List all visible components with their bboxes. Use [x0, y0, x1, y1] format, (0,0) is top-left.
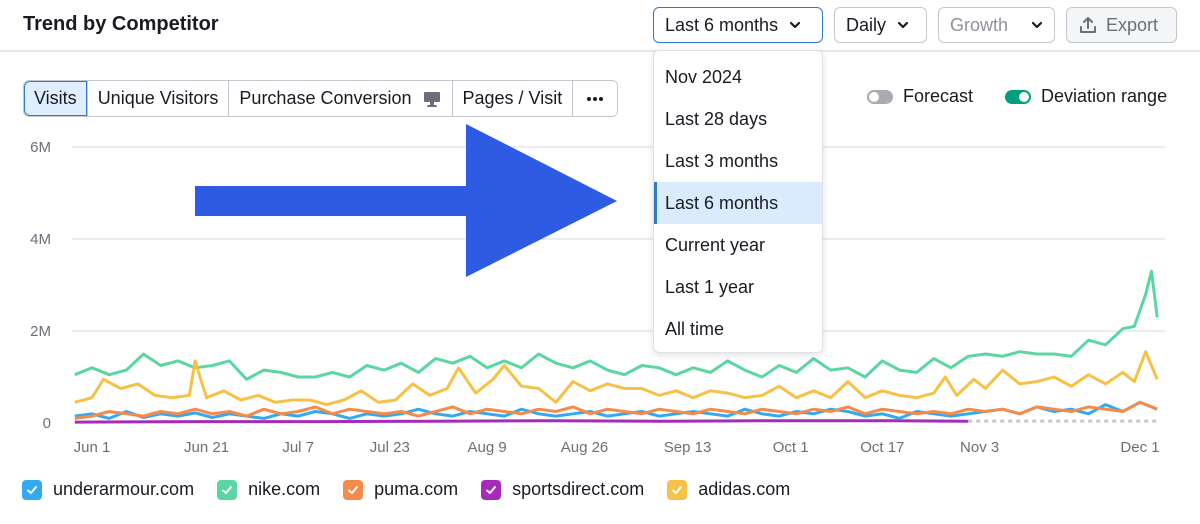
legend-label: sportsdirect.com [512, 479, 645, 499]
legend-label: nike.com [248, 479, 321, 499]
check-icon [486, 485, 497, 494]
check-icon [348, 485, 359, 494]
x-tick-label: Dec 1 [1120, 439, 1159, 456]
x-tick-label: Oct 17 [860, 439, 904, 456]
dropdown-option[interactable]: Last 6 months [654, 182, 822, 224]
y-tick-label: 6M [30, 139, 51, 156]
growth-value: Growth [950, 14, 1009, 35]
dropdown-option[interactable]: All time [654, 308, 822, 350]
series-line-sportsdirect[interactable] [74, 419, 969, 424]
chevron-down-icon [897, 21, 909, 29]
tab-label: Purchase Conversion [239, 88, 412, 108]
chart-legend: underarmour.com nike.com puma.com sportsdir… [22, 479, 813, 500]
y-tick-label: 0 [43, 415, 51, 432]
check-icon [672, 485, 683, 494]
tab-label: Unique Visitors [97, 88, 219, 108]
dropdown-option[interactable]: Current year [654, 224, 822, 266]
deviation-range-label: Deviation range [1041, 86, 1168, 106]
x-tick-label: Oct 1 [773, 439, 809, 456]
more-tabs-button[interactable] [572, 81, 618, 116]
tab-visits[interactable]: Visits [24, 81, 87, 116]
date-range-value: Last 6 months [665, 14, 779, 35]
upload-icon [1080, 17, 1096, 33]
tab-purchase-conversion[interactable]: Purchase Conversion [228, 81, 452, 116]
header: Trend by Competitor Last 6 months Daily … [0, 0, 1200, 52]
x-tick-label: Jun 21 [184, 439, 229, 456]
granularity-select[interactable]: Daily [834, 7, 927, 43]
dropdown-option[interactable]: Last 3 months [654, 140, 822, 182]
granularity-value: Daily [846, 14, 887, 35]
series-line-nike[interactable] [74, 269, 1159, 381]
series-line-adidas[interactable] [74, 350, 1159, 407]
y-tick-label: 2M [30, 323, 51, 340]
legend-label: adidas.com [698, 479, 791, 499]
legend-item[interactable]: underarmour.com [22, 479, 194, 500]
tab-unique-visitors[interactable]: Unique Visitors [86, 81, 229, 116]
deviation-range-toggle[interactable] [1005, 89, 1031, 104]
y-tick-label: 4M [30, 231, 51, 248]
growth-select[interactable]: Growth [938, 7, 1055, 43]
x-tick-label: Jun 1 [74, 439, 111, 456]
x-tick-label: Jul 7 [282, 439, 314, 456]
legend-item[interactable]: adidas.com [667, 479, 790, 500]
legend-checkbox[interactable] [667, 479, 688, 500]
chevron-down-icon [1031, 21, 1043, 29]
dropdown-option[interactable]: Last 28 days [654, 98, 822, 140]
legend-checkbox[interactable] [343, 479, 364, 500]
x-tick-label: Aug 9 [468, 439, 507, 456]
forecast-label: Forecast [903, 86, 974, 106]
x-tick-label: Aug 26 [561, 439, 609, 456]
date-range-select[interactable]: Last 6 months [653, 7, 823, 43]
x-tick-label: Jul 23 [370, 439, 410, 456]
legend-item[interactable]: puma.com [343, 479, 458, 500]
forecast-toggle-group: Forecast [867, 86, 973, 107]
desktop-icon [423, 91, 440, 107]
legend-checkbox[interactable] [22, 479, 42, 500]
tab-label: Pages / Visit [462, 88, 563, 108]
export-label: Export [1106, 14, 1159, 35]
legend-label: puma.com [374, 479, 459, 499]
x-tick-label: Sep 13 [664, 439, 712, 456]
legend-item[interactable]: sportsdirect.com [481, 479, 644, 500]
tab-pages-per-visit[interactable]: Pages / Visit [451, 81, 573, 116]
check-icon [222, 485, 233, 494]
annotation-arrow-icon [195, 124, 617, 277]
export-button[interactable]: Export [1066, 7, 1177, 43]
dropdown-option[interactable]: Nov 2024 [654, 56, 822, 98]
page-title: Trend by Competitor [23, 13, 219, 35]
legend-item[interactable]: nike.com [217, 479, 320, 500]
chevron-down-icon [789, 21, 801, 29]
legend-label: underarmour.com [53, 479, 195, 499]
dropdown-option[interactable]: Last 1 year [654, 266, 822, 308]
tab-label: Visits [34, 88, 77, 108]
check-icon [27, 485, 37, 494]
forecast-toggle[interactable] [867, 89, 893, 104]
legend-checkbox[interactable] [217, 479, 238, 500]
metric-tabs: Visits Unique Visitors Purchase Conversi… [23, 80, 619, 117]
x-tick-label: Nov 3 [960, 439, 999, 456]
deviation-toggle-group: Deviation range [1005, 86, 1167, 107]
more-icon [587, 96, 604, 101]
date-range-dropdown: Nov 2024 Last 28 days Last 3 months Last 6 … [653, 50, 823, 353]
legend-checkbox[interactable] [481, 479, 502, 500]
